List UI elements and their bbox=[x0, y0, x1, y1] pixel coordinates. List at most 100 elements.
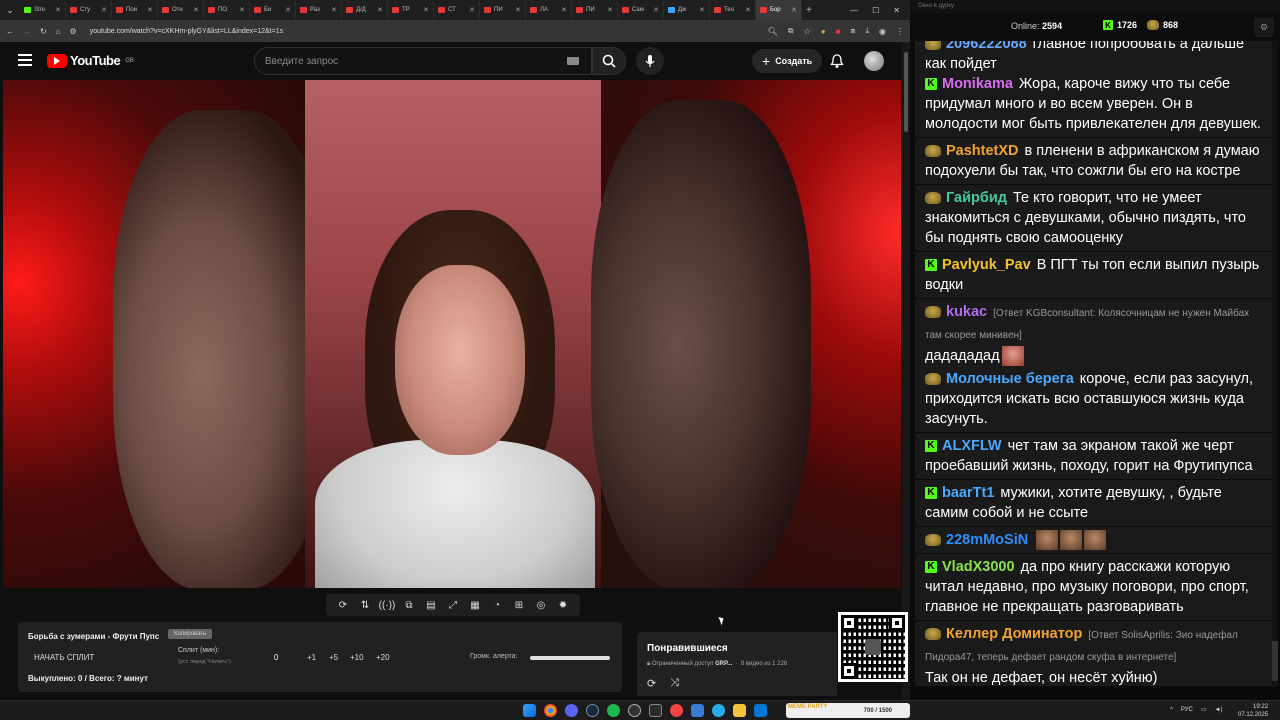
chat-username[interactable]: Pavlyuk_Pav bbox=[942, 257, 1031, 273]
home-icon[interactable]: ⌂ bbox=[56, 27, 61, 36]
youtube-logo[interactable]: YouTube GB bbox=[47, 53, 134, 68]
downloads-icon[interactable]: ⤓ bbox=[865, 26, 869, 36]
clip-icon[interactable]: ▤ bbox=[424, 599, 438, 611]
resize-icon[interactable]: ⤢ bbox=[446, 599, 460, 611]
close-window-icon[interactable]: ✕ bbox=[893, 6, 900, 15]
playlist-title[interactable]: Понравившиеся bbox=[647, 643, 728, 654]
tab-close-icon[interactable]: ✕ bbox=[423, 6, 429, 14]
plus-5-button[interactable]: +5 bbox=[329, 653, 338, 662]
tab-close-icon[interactable]: ✕ bbox=[515, 6, 521, 14]
tab-close-icon[interactable]: ✕ bbox=[55, 6, 61, 14]
app-icon-3[interactable] bbox=[691, 704, 704, 717]
browser-tab[interactable]: Отн ✕ bbox=[158, 0, 204, 20]
tab-search-icon[interactable]: ⌄ bbox=[0, 0, 20, 20]
frames-icon[interactable]: ▦ bbox=[468, 599, 482, 611]
tab-close-icon[interactable]: ✕ bbox=[147, 6, 153, 14]
browser-tab[interactable]: Д/Д ✕ bbox=[342, 0, 388, 20]
split-minutes-input[interactable]: 0 bbox=[274, 653, 278, 662]
chat-username[interactable]: VladX3000 bbox=[942, 559, 1015, 575]
search-button[interactable] bbox=[592, 47, 626, 75]
minimize-icon[interactable]: — bbox=[850, 6, 858, 15]
tab-close-icon[interactable]: ✕ bbox=[331, 6, 337, 14]
settings-icon[interactable]: ✹ bbox=[556, 599, 570, 611]
plus-20-button[interactable]: +20 bbox=[376, 653, 390, 662]
tab-close-icon[interactable]: ✕ bbox=[607, 6, 613, 14]
network-icon[interactable]: ▭ bbox=[1201, 706, 1207, 713]
chat-username[interactable]: ALXFLW bbox=[942, 438, 1002, 454]
loop-icon[interactable]: ⟳ bbox=[336, 599, 350, 611]
back-icon[interactable]: ← bbox=[6, 27, 14, 36]
browser-tab[interactable]: ПИ ✕ bbox=[572, 0, 618, 20]
notifications-button[interactable] bbox=[830, 53, 844, 74]
tab-close-icon[interactable]: ✕ bbox=[699, 6, 705, 14]
chat-scrollbar[interactable] bbox=[1272, 41, 1278, 686]
browser-tab[interactable]: ПИ ✕ bbox=[480, 0, 526, 20]
url-field[interactable]: youtube.com/watch?v=cXKHm-plyGY&list=LL&… bbox=[90, 28, 283, 35]
tray-arrow-icon[interactable]: ^ bbox=[1170, 707, 1173, 713]
extensions-icon[interactable]: ⧈ bbox=[850, 26, 855, 36]
new-tab-button[interactable]: + bbox=[802, 5, 816, 16]
alert-volume-slider[interactable] bbox=[530, 656, 610, 660]
chat-username[interactable]: Келлер Доминатор bbox=[946, 626, 1082, 642]
search-input[interactable]: Введите запрос bbox=[254, 47, 592, 75]
extension-dot-icon[interactable]: ● bbox=[821, 27, 826, 36]
menu-burger-icon[interactable] bbox=[18, 54, 32, 66]
app-icon-1[interactable] bbox=[649, 704, 662, 717]
chat-username[interactable]: 228mMoSiN bbox=[946, 532, 1028, 548]
browser-tab[interactable]: ЛА ✕ bbox=[526, 0, 572, 20]
chat-username[interactable]: PashtetXD bbox=[946, 143, 1019, 159]
zoom-icon[interactable]: 🔍︎ bbox=[768, 27, 778, 36]
menu-icon[interactable]: ⋮ bbox=[896, 27, 904, 36]
chat-username[interactable]: 2096222088 bbox=[946, 41, 1027, 52]
tab-close-icon[interactable]: ✕ bbox=[239, 6, 245, 14]
clock[interactable]: 19:22 07.12.2025 bbox=[1238, 703, 1268, 719]
extension-badge-icon[interactable]: ■ bbox=[836, 27, 841, 36]
audio-icon[interactable]: ((·)) bbox=[379, 599, 396, 611]
screenshot-icon[interactable]: ◎ bbox=[534, 599, 548, 611]
chat-settings-icon[interactable]: ⚙ bbox=[1254, 17, 1274, 37]
copy-button[interactable]: Копировать bbox=[168, 629, 213, 639]
speed-icon[interactable]: ◔ bbox=[490, 599, 504, 611]
keyboard-icon[interactable] bbox=[567, 57, 579, 65]
video-player[interactable] bbox=[3, 80, 901, 588]
playlist-loop-icon[interactable]: ⟳ bbox=[647, 677, 656, 690]
browser-tab[interactable]: Stre ✕ bbox=[20, 0, 66, 20]
plus-10-button[interactable]: +10 bbox=[350, 653, 364, 662]
tab-close-icon[interactable]: ✕ bbox=[653, 6, 659, 14]
plus-1-button[interactable]: +1 bbox=[307, 653, 316, 662]
pip-icon[interactable]: ⊞ bbox=[512, 599, 526, 611]
browser-tab[interactable]: Пои ✕ bbox=[112, 0, 158, 20]
tab-close-icon[interactable]: ✕ bbox=[745, 6, 751, 14]
browser-tab[interactable]: ПО ✕ bbox=[204, 0, 250, 20]
tab-close-icon[interactable]: ✕ bbox=[561, 6, 567, 14]
folder-icon[interactable] bbox=[733, 704, 746, 717]
app-icon-4[interactable] bbox=[754, 704, 767, 717]
chat-username[interactable]: Гайрбид bbox=[946, 190, 1007, 206]
meme-party-widget[interactable]: MEME PARTY 700 / 1500 bbox=[786, 703, 910, 718]
page-scrollbar[interactable] bbox=[902, 42, 910, 700]
browser-tab[interactable]: Бор ✕ bbox=[756, 0, 802, 20]
shuffle-icon[interactable]: ⤨ bbox=[670, 677, 679, 690]
browser-tab[interactable]: СТ ✕ bbox=[434, 0, 480, 20]
browser-tab[interactable]: Сту ✕ bbox=[66, 0, 112, 20]
telegram-icon[interactable] bbox=[712, 704, 725, 717]
tab-close-icon[interactable]: ✕ bbox=[193, 6, 199, 14]
browser-tab[interactable]: Би ✕ bbox=[250, 0, 296, 20]
site-info-icon[interactable]: ⚙ bbox=[70, 27, 77, 36]
tab-close-icon[interactable]: ✕ bbox=[469, 6, 475, 14]
install-icon[interactable]: ⧉ bbox=[788, 26, 794, 36]
browser-tab[interactable]: ТР ✕ bbox=[388, 0, 434, 20]
browser-tab[interactable]: Сам ✕ bbox=[618, 0, 664, 20]
chrome-icon[interactable] bbox=[544, 704, 557, 717]
maximize-icon[interactable]: ☐ bbox=[872, 6, 879, 15]
bookmark-star-icon[interactable]: ☆ bbox=[804, 27, 811, 36]
browser-tab[interactable]: Тео ✕ bbox=[710, 0, 756, 20]
steam-icon[interactable] bbox=[586, 704, 599, 717]
sort-icon[interactable]: ⇅ bbox=[358, 599, 372, 611]
voice-search-button[interactable] bbox=[636, 47, 664, 75]
windows-start-icon[interactable] bbox=[523, 704, 536, 717]
spotify-icon[interactable] bbox=[607, 704, 620, 717]
create-button[interactable]: + Создать bbox=[752, 49, 823, 73]
tab-close-icon[interactable]: ✕ bbox=[791, 6, 797, 14]
profile-icon[interactable]: ◉ bbox=[879, 27, 886, 36]
